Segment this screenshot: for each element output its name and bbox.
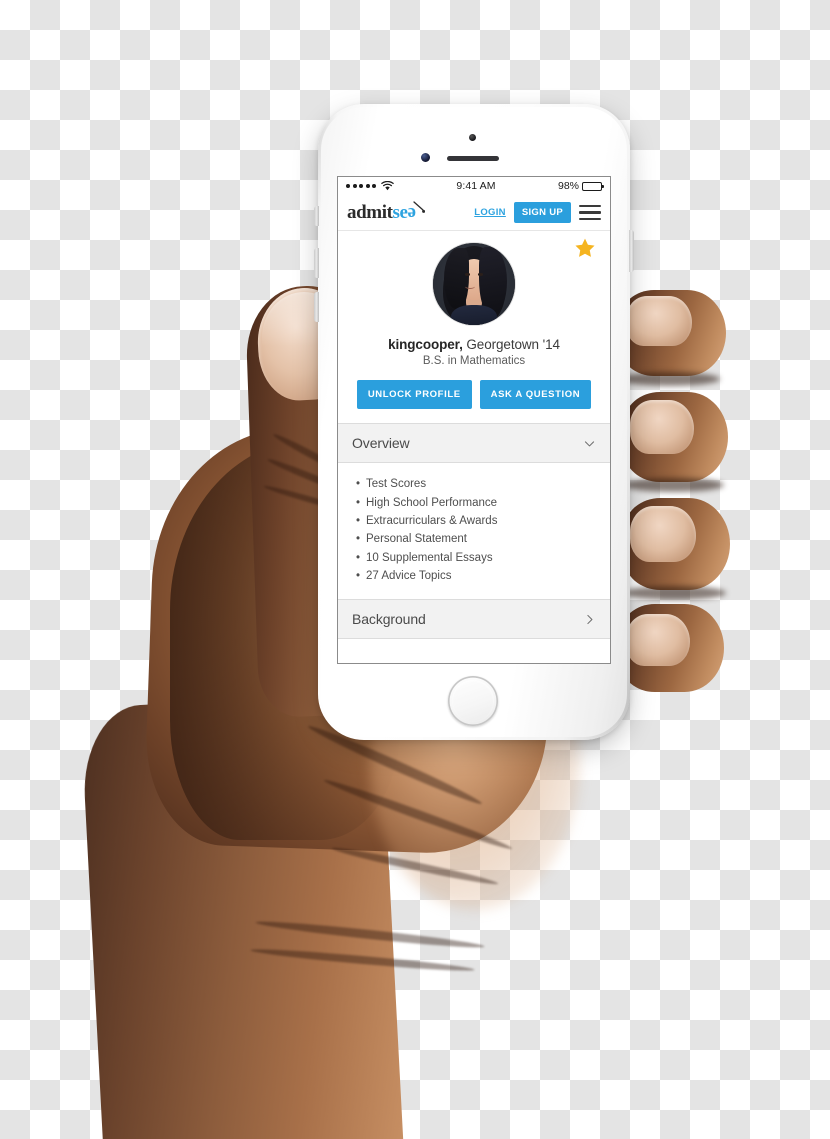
home-button-ring	[452, 680, 494, 722]
power-button[interactable]	[629, 230, 634, 272]
profile-header: kingcooper, Georgetown '14 B.S. in Mathe…	[338, 231, 610, 409]
middle-finger-nail	[630, 400, 694, 454]
volume-up-button[interactable]	[314, 248, 319, 278]
profile-name: kingcooper, Georgetown '14	[338, 337, 610, 352]
admitsee-logo[interactable]: admit se e	[347, 200, 425, 224]
hamburger-menu-icon[interactable]	[579, 204, 601, 221]
volume-down-button[interactable]	[314, 292, 319, 322]
avatar-container	[338, 243, 610, 325]
earpiece-speaker	[447, 156, 499, 161]
profile-school: Georgetown '14	[466, 337, 560, 352]
avatar[interactable]	[433, 243, 515, 325]
finger-gap	[624, 478, 724, 492]
star-icon[interactable]	[574, 237, 596, 259]
logo-text-admit: admit	[347, 201, 393, 223]
status-bar: 9:41 AM 98%	[338, 177, 610, 195]
list-item[interactable]: 10 Supplemental Essays	[356, 549, 592, 567]
profile-degree: B.S. in Mathematics	[422, 355, 526, 367]
pinky-finger-nail	[626, 614, 690, 666]
chevron-down-icon[interactable]	[583, 437, 596, 450]
overview-list: Test Scores High School Performance Extr…	[356, 475, 592, 585]
status-bar-right: 98%	[557, 180, 604, 192]
battery-percent-label: 98%	[557, 180, 579, 192]
front-camera-icon	[469, 134, 476, 141]
index-finger-nail	[626, 296, 692, 346]
proximity-sensor-icon	[421, 153, 430, 162]
status-bar-time: 9:41 AM	[456, 180, 496, 192]
logo-swoosh-icon	[412, 200, 425, 213]
profile-action-buttons: UNLOCK PROFILE ASK A QUESTION	[338, 380, 610, 409]
finger-gap	[624, 586, 726, 600]
wifi-icon	[381, 181, 394, 191]
silent-switch[interactable]	[314, 206, 319, 226]
chevron-right-icon[interactable]	[583, 613, 596, 626]
section-body-overview: Test Scores High School Performance Extr…	[338, 463, 610, 600]
logo-text-see: se	[392, 201, 408, 223]
signal-strength-icon	[346, 184, 376, 188]
ring-finger-nail	[630, 506, 696, 562]
list-item[interactable]: 27 Advice Topics	[356, 567, 592, 585]
app-navbar: admit se e LOGIN SIGN UP	[338, 195, 610, 231]
status-bar-left	[346, 181, 394, 191]
unlock-profile-button[interactable]: UNLOCK PROFILE	[356, 380, 472, 409]
section-header-background[interactable]: Background	[338, 599, 610, 640]
battery-icon	[582, 181, 604, 191]
login-link[interactable]: LOGIN	[474, 207, 506, 218]
profile-username: kingcooper,	[388, 337, 463, 352]
section-title-overview: Overview	[352, 435, 410, 451]
phone-screen: 9:41 AM 98% admit se e LOGIN SIGN UP kin…	[337, 176, 611, 664]
finger-gap	[620, 372, 720, 386]
list-item[interactable]: High School Performance	[356, 493, 592, 511]
section-header-overview[interactable]: Overview	[338, 423, 610, 463]
list-item[interactable]: Test Scores	[356, 475, 592, 493]
list-item[interactable]: Personal Statement	[356, 530, 592, 548]
section-title-background: Background	[352, 611, 426, 628]
navbar-actions: LOGIN SIGN UP	[474, 202, 601, 223]
ask-a-question-button[interactable]: ASK A QUESTION	[479, 380, 592, 409]
signup-button[interactable]: SIGN UP	[513, 202, 571, 223]
list-item[interactable]: Extracurriculars & Awards	[356, 512, 592, 530]
